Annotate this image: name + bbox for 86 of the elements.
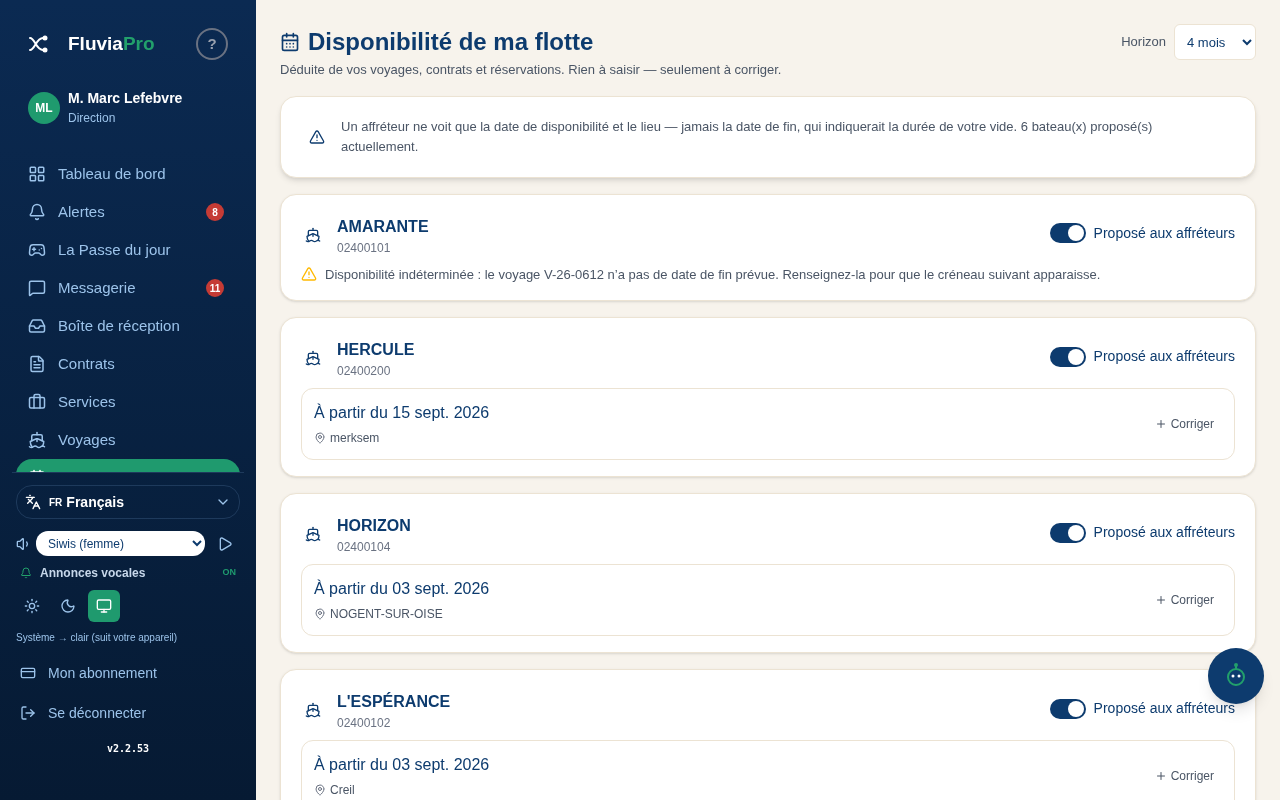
page-title: Disponibilité de ma flotte — [308, 27, 594, 57]
horizon-label: Horizon — [1121, 33, 1166, 52]
toggle-label: Proposé aux affréteurs — [1093, 347, 1235, 366]
nav-item[interactable]: La Passe du jour — [16, 231, 240, 269]
monitor-icon — [96, 598, 112, 614]
theme-note: Système → clair (suit votre appareil) — [16, 631, 179, 645]
toggle-switch[interactable] — [1049, 698, 1086, 719]
correct-button[interactable]: Corriger — [1154, 591, 1214, 609]
play-icon[interactable] — [217, 535, 233, 552]
availability-date: À partir du 03 sept. 2026 — [314, 754, 490, 775]
boat-code: 02400101 — [337, 239, 392, 257]
inbox-icon — [28, 317, 46, 335]
chat-icon — [28, 279, 46, 297]
translate-icon — [25, 494, 41, 510]
announcements-label: Annonces vocales — [40, 565, 146, 582]
user-name: M. Marc Lefebvre — [68, 89, 183, 108]
boat-name: AMARANTE — [337, 216, 429, 237]
pin-icon — [314, 608, 326, 620]
briefcase-icon — [28, 393, 46, 411]
warning-icon — [309, 128, 325, 145]
logo-icon — [28, 34, 48, 54]
boat-name: L'ESPÉRANCE — [337, 691, 451, 712]
calendar-icon — [280, 32, 300, 52]
availability-date: À partir du 15 sept. 2026 — [314, 402, 490, 423]
ship-icon — [305, 350, 321, 366]
boat-code: 02400104 — [337, 539, 392, 556]
correct-button[interactable]: Corriger — [1154, 767, 1214, 785]
grid-icon — [28, 165, 46, 183]
correct-button[interactable]: Corriger — [1154, 415, 1214, 433]
ship-icon — [28, 431, 46, 449]
boat-code: 02400200 — [337, 363, 392, 380]
sun-icon — [24, 598, 40, 614]
nav-item[interactable]: Alertes 8 — [16, 193, 240, 231]
bell-icon — [28, 203, 46, 221]
boat-name: HERCULE — [337, 340, 415, 360]
toggle-switch[interactable] — [1049, 522, 1086, 543]
plus-icon — [1154, 770, 1167, 782]
place-text: merksem — [330, 430, 380, 447]
plus-icon — [1154, 418, 1167, 430]
bell-icon — [20, 567, 32, 579]
logout-link[interactable]: Se déconnecter — [20, 693, 236, 733]
toggle-switch[interactable] — [1049, 223, 1086, 243]
nav-item[interactable]: Tableau de bord — [16, 155, 240, 193]
warning-icon — [301, 266, 317, 283]
place-text: Creil — [330, 782, 355, 799]
toggle-label: Proposé aux affréteurs — [1093, 223, 1235, 243]
announcements-state[interactable]: ON — [222, 566, 236, 580]
boat-name: HORIZON — [337, 516, 411, 536]
plus-icon — [1154, 594, 1167, 606]
page-subtitle: Déduite de vos voyages, contrats et réservations. Rien à saisir — seulement à corriger. — [280, 61, 782, 79]
pin-icon — [314, 432, 326, 444]
subscription-link[interactable]: Mon abonnement — [20, 653, 236, 693]
toggle-label: Proposé aux affréteurs — [1093, 523, 1235, 542]
count-badge: 11 — [206, 279, 224, 297]
nav-item[interactable]: Contrats — [16, 345, 240, 383]
boat-code: 02400102 — [337, 715, 392, 732]
language-select[interactable]: FR Français — [16, 485, 240, 519]
brand-name: FluviaPro — [68, 31, 155, 56]
pin-icon — [314, 784, 326, 796]
toggle-switch[interactable] — [1049, 346, 1086, 367]
card-icon — [20, 665, 36, 681]
voice-select[interactable]: Siwis (femme) — [36, 531, 205, 556]
version-label: v2.2.53 — [105, 742, 151, 756]
gamepad-icon — [28, 241, 46, 259]
nav-item[interactable]: Boîte de réception — [16, 307, 240, 345]
info-text: Un affréteur ne voit que la date de disponibilité et le lieu — jamais la date de fin, qui indiquerait la durée de votre vide. 6 bateau(x) proposé(s) actuellement. — [341, 117, 1154, 156]
horizon-select[interactable]: 4 mois — [1174, 24, 1256, 60]
toggle-label: Proposé aux affréteurs — [1093, 699, 1235, 718]
ship-icon — [305, 526, 321, 542]
assistant-button[interactable] — [1208, 648, 1264, 704]
ship-icon — [305, 226, 321, 243]
nav-item[interactable]: Voyages — [16, 421, 240, 459]
document-icon — [28, 355, 46, 373]
user-role: Direction — [68, 110, 117, 127]
theme-button[interactable] — [88, 590, 120, 622]
availability-date: À partir du 03 sept. 2026 — [314, 578, 490, 599]
warning-text: Disponibilité indéterminée : le voyage V-26-0612 n’a pas de date de fin prévue. Renseignez-la pour que le créneau suivant apparaisse. — [325, 265, 1101, 284]
avatar: ML — [28, 91, 60, 124]
logout-icon — [20, 705, 36, 721]
ship-icon — [305, 702, 321, 718]
nav-item[interactable]: Messagerie 11 — [16, 269, 240, 307]
nav-item[interactable]: Services — [16, 383, 240, 421]
moon-icon — [60, 598, 76, 614]
help-button[interactable]: ? — [196, 28, 228, 60]
count-badge: 8 — [206, 203, 224, 221]
place-text: NOGENT-SUR-OISE — [330, 606, 443, 623]
